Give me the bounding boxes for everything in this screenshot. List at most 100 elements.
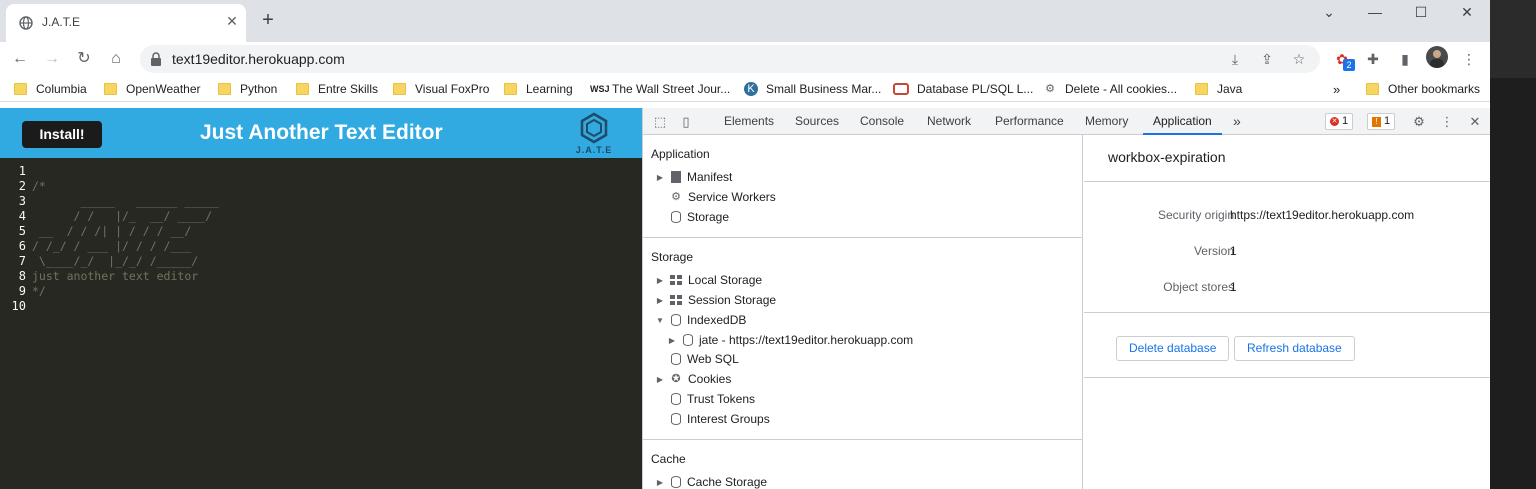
forward-arrow-icon[interactable]: → — [40, 47, 64, 71]
error-count-badge[interactable]: ✕ 1 — [1325, 113, 1354, 130]
tab-network[interactable]: Network — [927, 108, 971, 135]
devtools-panel: ⬚ ▯ Elements Sources Console Network Per… — [642, 108, 1490, 489]
bookmark-item[interactable]: Learning — [504, 81, 573, 97]
cube-logo-icon — [580, 112, 608, 144]
collapse-triangle-icon[interactable]: ▼ — [655, 316, 665, 325]
divider — [1084, 377, 1490, 378]
expand-triangle-icon[interactable]: ▶ — [655, 276, 665, 285]
inspect-element-icon[interactable]: ⬚ — [651, 113, 669, 131]
tab-console[interactable]: Console — [860, 108, 904, 135]
adjacent-window-edge — [1490, 0, 1536, 489]
bookmark-item[interactable]: Database PL/SQL L... — [893, 81, 1033, 97]
tab-application[interactable]: Application — [1143, 108, 1222, 135]
install-app-icon[interactable]: ⤓ — [1226, 51, 1244, 69]
sidebar-item-service-workers[interactable]: ⚙ Service Workers — [669, 188, 776, 206]
refresh-database-button[interactable]: Refresh database — [1234, 336, 1355, 361]
expand-triangle-icon[interactable]: ▶ — [655, 478, 665, 487]
device-toolbar-icon[interactable]: ▯ — [677, 113, 695, 131]
bookmark-item[interactable]: OpenWeather — [104, 81, 201, 97]
chevron-down-icon[interactable]: ⌄ — [1306, 2, 1352, 24]
sidebar-item-manifest[interactable]: ▶ Manifest — [655, 168, 732, 186]
share-icon[interactable]: ⇪ — [1258, 51, 1276, 69]
tab-performance[interactable]: Performance — [995, 108, 1064, 135]
line-number: 1 — [18, 164, 26, 178]
bookmark-item[interactable]: Entre Skills — [296, 81, 378, 97]
bookmark-item[interactable]: Columbia — [14, 81, 87, 97]
section-title-cache: Cache — [651, 452, 686, 466]
bookmark-star-icon[interactable]: ☆ — [1290, 51, 1308, 69]
browser-toolbar: ← → ↻ ⌂ text19editor.herokuapp.com ⤓ ⇪ ☆… — [0, 42, 1490, 76]
more-tabs-chevron-icon[interactable]: » — [1233, 108, 1241, 135]
warning-count-badge[interactable]: ! 1 — [1367, 113, 1396, 130]
window-close-icon[interactable]: ✕ — [1444, 2, 1490, 24]
sidebar-item-session-storage[interactable]: ▶ Session Storage — [655, 291, 776, 309]
code-line: just another text editor — [32, 269, 199, 283]
database-icon — [671, 413, 681, 425]
version-value: 1 — [1230, 244, 1237, 258]
expand-triangle-icon[interactable]: ▶ — [655, 296, 665, 305]
menu-dots-icon[interactable]: ⋮ — [1459, 49, 1479, 69]
cookie-icon: ✪ — [671, 373, 681, 385]
database-icon — [683, 334, 693, 346]
expand-triangle-icon[interactable]: ▶ — [655, 173, 665, 182]
version-label: Version — [1193, 244, 1234, 258]
maximize-icon[interactable]: ☐ — [1398, 2, 1444, 24]
section-title-storage: Storage — [651, 250, 694, 264]
tab-sources[interactable]: Sources — [795, 108, 839, 135]
tab-elements[interactable]: Elements — [724, 108, 774, 135]
tab-memory[interactable]: Memory — [1085, 108, 1128, 135]
url-text: text19editor.herokuapp.com — [172, 51, 345, 67]
delete-database-button[interactable]: Delete database — [1116, 336, 1230, 361]
more-options-icon[interactable]: ⋮ — [1438, 113, 1456, 131]
address-bar[interactable]: text19editor.herokuapp.com ⤓ ⇪ ☆ — [140, 45, 1320, 73]
bookmark-item[interactable]: Python — [218, 81, 277, 97]
folder-icon — [104, 83, 117, 95]
line-number: 9 — [18, 284, 26, 298]
back-arrow-icon[interactable]: ← — [8, 47, 32, 71]
new-tab-icon[interactable]: + — [256, 9, 280, 33]
other-bookmarks[interactable]: Other bookmarks — [1366, 81, 1480, 97]
sidebar-item-cache-storage[interactable]: ▶ Cache Storage — [655, 473, 767, 489]
code-line: */ — [32, 284, 46, 298]
folder-icon — [1366, 83, 1379, 95]
security-origin-value: https://text19editor.herokuapp.com — [1230, 208, 1415, 222]
sidebar-item-indexeddb[interactable]: ▼ IndexedDB — [655, 311, 746, 329]
bookmark-item[interactable]: Visual FoxPro — [393, 81, 489, 97]
close-devtools-icon[interactable]: ✕ — [1466, 113, 1484, 131]
reload-icon[interactable]: ↻ — [72, 47, 96, 71]
close-tab-icon[interactable]: ✕ — [224, 13, 240, 29]
folder-icon — [393, 83, 406, 95]
bookmark-item[interactable]: WSJ The Wall Street Jour... — [590, 81, 730, 97]
expand-triangle-icon[interactable]: ▶ — [655, 375, 665, 384]
sidebar-item-local-storage[interactable]: ▶ Local Storage — [655, 271, 762, 289]
minimize-icon[interactable]: — — [1352, 2, 1398, 24]
tab-strip: J.A.T.E ✕ + ⌄ — ☐ ✕ — [0, 0, 1490, 42]
gear-icon: ⚙ — [671, 191, 681, 203]
database-detail-pane: workbox-expiration Security origin https… — [1084, 135, 1490, 489]
sidebar-item-storage[interactable]: Storage — [669, 208, 729, 226]
sidebar-item-interest-groups[interactable]: Interest Groups — [669, 410, 770, 428]
bookmark-item[interactable]: Java — [1195, 81, 1242, 97]
sidebar-item-web-sql[interactable]: Web SQL — [669, 350, 739, 368]
side-panel-icon[interactable]: ▮ — [1395, 49, 1415, 69]
bookmark-item[interactable]: ⚙ Delete - All cookies... — [1043, 81, 1177, 97]
sidebar-item-cookies[interactable]: ▶ ✪ Cookies — [655, 370, 731, 388]
extensions-icon[interactable]: ✚ — [1363, 49, 1383, 69]
sidebar-item-jate-db[interactable]: ▶ jate - https://text19editor.herokuapp.c… — [667, 331, 913, 349]
globe-icon — [19, 16, 33, 30]
browser-tab[interactable]: J.A.T.E ✕ — [6, 4, 246, 42]
database-icon — [671, 476, 681, 488]
sidebar-item-trust-tokens[interactable]: Trust Tokens — [669, 390, 755, 408]
home-icon[interactable]: ⌂ — [104, 47, 128, 71]
profile-avatar[interactable] — [1426, 46, 1448, 68]
expand-triangle-icon[interactable]: ▶ — [667, 336, 677, 345]
code-line: / / |/_ __/ ____/ — [32, 209, 213, 223]
code-line: / /_/ / ___ |/ / / /___ — [32, 239, 192, 253]
bookmark-item[interactable]: K Small Business Mar... — [744, 81, 881, 97]
settings-gear-icon[interactable]: ⚙ — [1410, 113, 1428, 131]
application-sidebar: Application ▶ Manifest ⚙ Service Workers S… — [643, 135, 1083, 489]
more-bookmarks-chevron-icon[interactable]: » — [1333, 81, 1340, 97]
line-number: 10 — [11, 299, 26, 313]
code-editor[interactable]: 1 2 3 4 5 6 7 8 9 10 /* _____ ______ ___… — [0, 158, 642, 489]
install-button[interactable]: Install! — [22, 121, 102, 148]
